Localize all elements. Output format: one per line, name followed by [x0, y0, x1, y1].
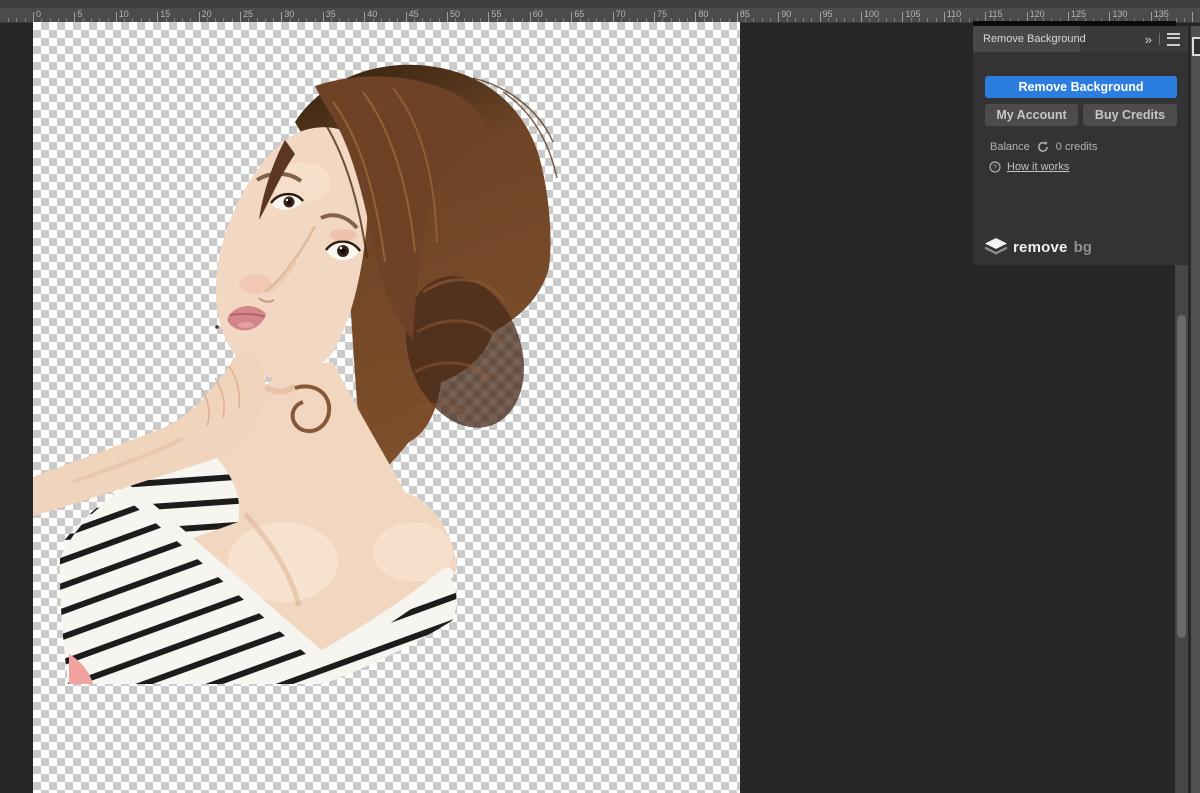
header-separator — [1159, 33, 1160, 45]
window-top-strip — [0, 0, 1200, 8]
logo-suffix: bg — [1074, 239, 1092, 256]
logo-text: remove — [1013, 239, 1068, 256]
panel-tab[interactable]: Remove Background — [973, 26, 1080, 52]
balance-label: Balance — [990, 141, 1030, 153]
refresh-balance-icon[interactable] — [1037, 141, 1049, 153]
collapsed-panel-dock[interactable] — [1191, 26, 1200, 793]
removebg-logo-icon — [984, 237, 1008, 257]
balance-value: 0 credits — [1056, 141, 1098, 153]
svg-text:?: ? — [993, 163, 997, 172]
collapse-panel-icon[interactable]: » — [1145, 33, 1152, 46]
vertical-scrollbar-thumb[interactable] — [1177, 315, 1186, 638]
removebg-logo: remove bg — [984, 237, 1092, 257]
help-icon: ? — [989, 161, 1001, 173]
panel-menu-icon[interactable] — [1167, 33, 1180, 46]
how-it-works-link[interactable]: How it works — [1007, 161, 1069, 173]
my-account-button[interactable]: My Account — [985, 104, 1078, 126]
buy-credits-button[interactable]: Buy Credits — [1083, 104, 1177, 126]
document-canvas[interactable] — [33, 22, 740, 793]
remove-background-panel: Remove Background » Remove Background My… — [973, 26, 1188, 265]
panel-body: Remove Background My Account Buy Credits… — [973, 52, 1188, 265]
panel-header: Remove Background » — [973, 26, 1188, 52]
subject-image — [33, 22, 740, 793]
remove-background-button[interactable]: Remove Background — [985, 76, 1177, 98]
dock-panel-icon[interactable] — [1192, 37, 1200, 56]
photoshop-workspace: 0510152025303540455055606570758085909510… — [0, 0, 1200, 793]
